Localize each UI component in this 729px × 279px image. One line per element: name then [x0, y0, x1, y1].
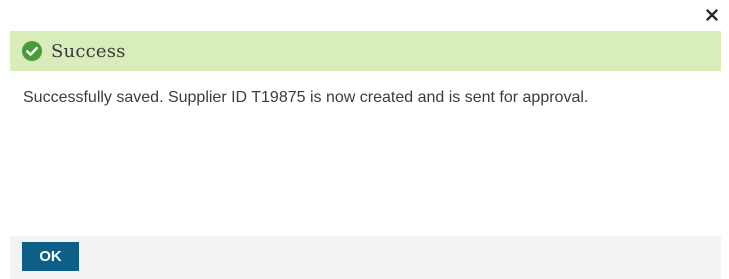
dialog-message: Successfully saved. Supplier ID T19875 i… [23, 89, 589, 106]
check-circle-icon [22, 41, 42, 61]
ok-button[interactable]: OK [22, 242, 79, 271]
close-button[interactable] [703, 6, 721, 24]
dialog-footer: OK [10, 236, 721, 279]
close-icon [706, 9, 718, 21]
success-dialog: Success Successfully saved. Supplier ID … [0, 0, 729, 279]
dialog-title: Success [51, 40, 126, 62]
dialog-header: Success [10, 31, 721, 71]
